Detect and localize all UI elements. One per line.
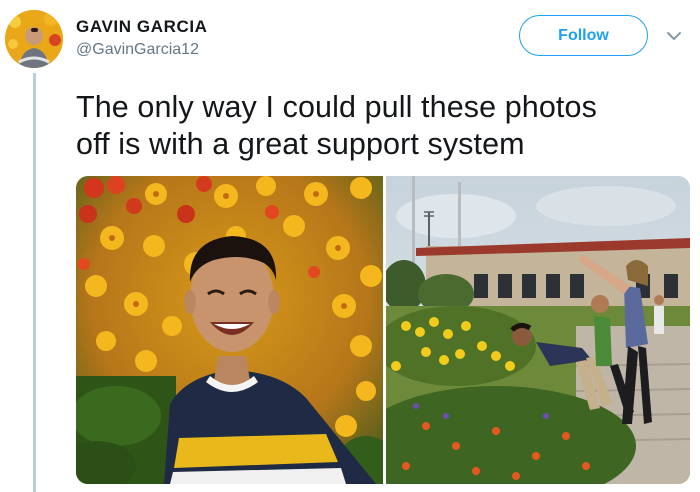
tweet-text-line: The only way I could pull these photos <box>76 90 597 124</box>
tweet-text: The only way I could pull these photos o… <box>76 89 676 163</box>
avatar[interactable] <box>5 10 63 68</box>
tweet-photo-support[interactable] <box>386 176 690 484</box>
avatar-image <box>5 10 63 68</box>
tweet-photo-portrait[interactable] <box>76 176 383 484</box>
thread-line <box>33 73 36 492</box>
support-photo-image <box>386 176 690 484</box>
user-handle[interactable]: @GavinGarcia12 <box>76 41 199 59</box>
chevron-down-icon[interactable] <box>664 26 684 46</box>
display-name[interactable]: GAVIN GARCIA <box>76 17 208 37</box>
tweet-text-line: off is with a great support system <box>76 127 525 161</box>
follow-button[interactable]: Follow <box>519 15 648 56</box>
portrait-photo-image <box>76 176 383 484</box>
